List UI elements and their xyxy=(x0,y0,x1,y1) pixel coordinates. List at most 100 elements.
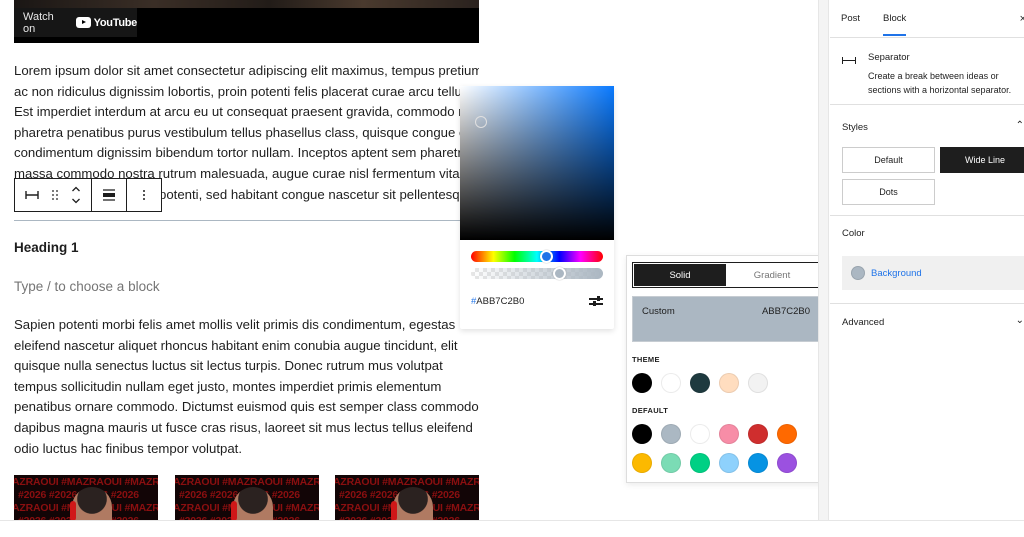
color-swatch[interactable] xyxy=(719,373,739,393)
hue-handle[interactable] xyxy=(540,250,554,263)
toolbar-group-block xyxy=(15,179,92,211)
hue-slider[interactable] xyxy=(471,250,603,263)
paragraph-line: quisque nulla senectus luctus sit lectus… xyxy=(14,358,443,374)
video-thumbnail xyxy=(14,0,479,8)
color-swatch[interactable] xyxy=(777,424,797,444)
color-swatch[interactable] xyxy=(661,373,681,393)
hex-value: ABB7C2B0 xyxy=(476,295,525,307)
sidebar-tabs: Post Block × xyxy=(830,0,1024,38)
saturation-value-area[interactable] xyxy=(460,86,614,240)
gallery-image[interactable]: AZRAOUI #MAZRAOUI #MAZRA #2026 #2026 #20… xyxy=(335,475,479,520)
color-format-settings-icon[interactable] xyxy=(589,295,603,307)
styles-panel-toggle[interactable]: Styles xyxy=(842,122,868,133)
youtube-embed[interactable]: Watch on YouTube xyxy=(14,0,479,43)
block-title: Separator xyxy=(868,52,910,63)
color-swatch[interactable] xyxy=(632,453,652,473)
paragraph-line: pharetra penatibus purus vestibulum tell… xyxy=(14,124,479,140)
separator-block[interactable] xyxy=(14,220,479,221)
youtube-wordmark: YouTube xyxy=(93,16,138,29)
hex-row: #ABB7C2B0 xyxy=(471,295,603,307)
advanced-panel: Advanced ⌄ xyxy=(830,304,1024,344)
hex-input[interactable]: #ABB7C2B0 xyxy=(471,296,524,307)
align-wide-icon xyxy=(103,189,115,201)
portrait xyxy=(72,487,112,520)
paragraph-line: condimentum dignissim bibendum tortor nu… xyxy=(14,145,470,161)
theme-swatches xyxy=(632,373,768,393)
default-swatches-row-1 xyxy=(632,424,797,444)
color-panel-title: Color xyxy=(842,228,865,239)
chevron-down-icon[interactable]: ⌄ xyxy=(1016,315,1024,326)
footer-bar xyxy=(0,520,1024,537)
default-swatches-row-2 xyxy=(632,453,797,473)
canvas-scrollbar[interactable] xyxy=(818,0,829,520)
gallery-image[interactable]: AZRAOUI #MAZRAOUI #MAZRA #2026 #2026 #20… xyxy=(14,475,158,520)
alpha-handle[interactable] xyxy=(553,267,567,280)
description-line: sections with a horizontal separator. xyxy=(868,85,1012,95)
custom-color-preview[interactable]: Custom ABB7C2B0 xyxy=(632,296,820,342)
color-swatch[interactable] xyxy=(690,373,710,393)
tab-gradient[interactable]: Gradient xyxy=(726,264,818,286)
advanced-panel-toggle[interactable]: Advanced xyxy=(842,317,884,328)
image-text: AZRAOUI #MAZRAOUI #MAZRA xyxy=(14,476,158,488)
tab-block[interactable]: Block xyxy=(871,0,918,38)
alpha-slider[interactable] xyxy=(471,267,603,280)
color-swatch[interactable] xyxy=(690,453,710,473)
toolbar-group-align xyxy=(92,179,127,211)
color-swatch[interactable] xyxy=(748,424,768,444)
paragraph-block-2[interactable]: Sapien potenti morbi felis amet mollis v… xyxy=(14,315,479,459)
color-swatch[interactable] xyxy=(632,424,652,444)
move-up-down-icon xyxy=(72,186,80,204)
separator-icon xyxy=(842,57,856,64)
drag-handle-button[interactable] xyxy=(51,179,59,211)
style-dots-button[interactable]: Dots xyxy=(842,179,935,205)
color-swatch[interactable] xyxy=(661,453,681,473)
more-options-button[interactable] xyxy=(142,179,146,211)
block-toolbar xyxy=(14,178,162,212)
image-accent xyxy=(391,501,397,520)
color-swatch[interactable] xyxy=(632,373,652,393)
image-text: AZRAOUI #MAZRAOUI #MAZRA xyxy=(175,476,319,488)
youtube-play-icon xyxy=(75,17,91,28)
block-type-button[interactable] xyxy=(25,179,39,211)
chevron-up-icon[interactable]: ⌃ xyxy=(1016,120,1024,131)
more-options-icon xyxy=(143,190,145,200)
tab-post[interactable]: Post xyxy=(830,0,871,38)
paragraph-line: ac non ridiculus dignissim lobortis, pro… xyxy=(14,83,469,99)
gallery-image[interactable]: AZRAOUI #MAZRAOUI #MAZRA #2026 #2026 #20… xyxy=(175,475,319,520)
color-swatch[interactable] xyxy=(719,424,739,444)
color-swatch[interactable] xyxy=(748,373,768,393)
portrait xyxy=(393,487,433,520)
style-wide-line-button[interactable]: Wide Line xyxy=(940,147,1024,173)
image-accent xyxy=(231,501,237,520)
move-up-down-button[interactable] xyxy=(71,179,81,211)
color-swatch[interactable] xyxy=(719,453,739,473)
paragraph-line: tempus sollicitudin nullam eget justo, m… xyxy=(14,378,442,394)
close-icon[interactable]: × xyxy=(1020,13,1024,25)
image-text: AZRAOUI #MAZRAOUI #MAZRA xyxy=(335,476,479,488)
color-panel: Color Background xyxy=(830,216,1024,304)
saturation-handle[interactable] xyxy=(475,116,487,128)
settings-sidebar: Post Block × Separator Create a break be… xyxy=(830,0,1024,520)
tab-solid[interactable]: Solid xyxy=(634,264,726,286)
empty-block-placeholder[interactable]: Type / to choose a block xyxy=(14,279,160,294)
align-button[interactable] xyxy=(103,179,115,211)
color-swatch[interactable] xyxy=(661,424,681,444)
paragraph-line: odio luctus hac finibus tempor volutpat. xyxy=(14,440,242,456)
default-label: DEFAULT xyxy=(632,406,669,415)
background-color-swatch xyxy=(851,266,865,280)
watch-on-youtube-button[interactable]: Watch on YouTube xyxy=(14,8,137,37)
drag-handle-icon xyxy=(52,190,58,200)
color-swatch[interactable] xyxy=(777,453,797,473)
color-swatch[interactable] xyxy=(690,424,710,444)
heading-block[interactable]: Heading 1 xyxy=(14,240,79,255)
color-picker: #ABB7C2B0 xyxy=(460,86,614,329)
background-label: Background xyxy=(871,267,922,279)
paragraph-line: dapibus magna mauris ut fusce cras risus… xyxy=(14,419,473,435)
portrait xyxy=(233,487,273,520)
style-default-button[interactable]: Default xyxy=(842,147,935,173)
custom-value: ABB7C2B0 xyxy=(761,306,810,317)
color-swatch[interactable] xyxy=(748,453,768,473)
block-editor: Watch on YouTube Lorem ipsum dolor sit a… xyxy=(0,0,1024,537)
custom-label: Custom xyxy=(642,306,675,317)
background-color-item[interactable]: Background xyxy=(842,256,1024,290)
